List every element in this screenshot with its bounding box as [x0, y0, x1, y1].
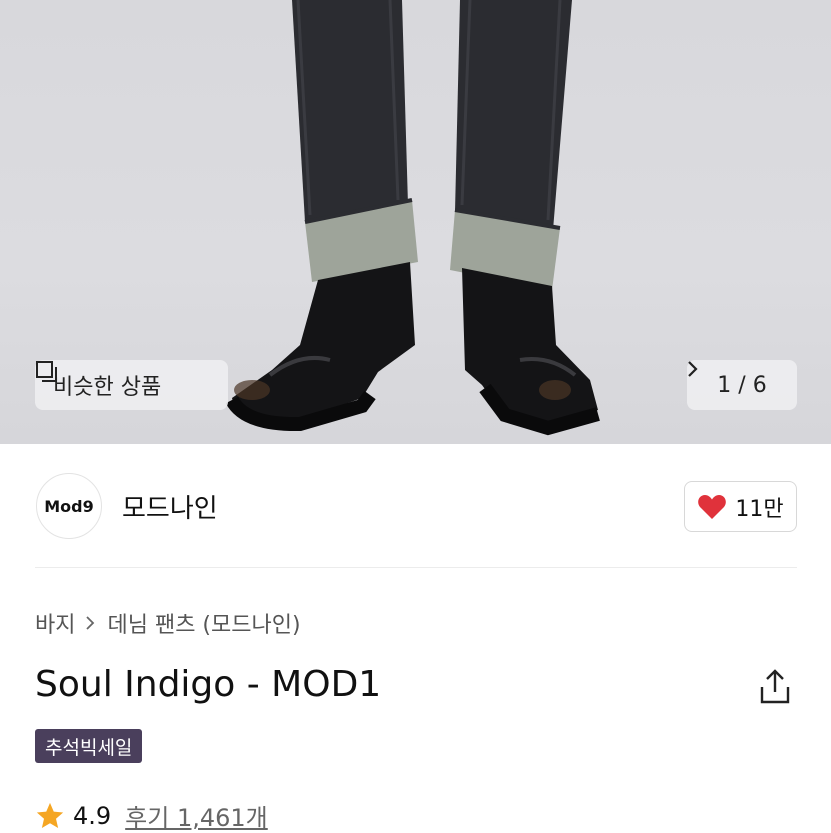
image-pager-text: 1 / 6: [717, 372, 767, 398]
breadcrumb-item-subcategory[interactable]: 데님 팬츠 (모드나인): [107, 607, 300, 639]
similar-products-button[interactable]: 비슷한 상품: [35, 360, 228, 410]
chevron-right-icon: [86, 616, 95, 630]
breadcrumb: 바지 데님 팬츠 (모드나인): [35, 607, 301, 639]
brand-logo-text: Mod9: [44, 496, 94, 516]
similar-products-label: 비슷한 상품: [53, 375, 162, 400]
product-title: Soul Indigo - MOD1: [35, 664, 382, 705]
heart-icon: [698, 494, 727, 519]
similar-icon: [36, 361, 57, 382]
sale-badge: 추석빅세일: [35, 729, 143, 763]
breadcrumb-item-category[interactable]: 바지: [35, 607, 75, 639]
star-icon: [36, 802, 64, 828]
rating-score: 4.9: [73, 801, 112, 830]
product-image[interactable]: 비슷한 상품 1 / 6: [0, 0, 831, 444]
brand-name[interactable]: 모드나인: [122, 488, 218, 525]
image-pager-button[interactable]: 1 / 6: [687, 360, 797, 410]
rating-row: 4.9 후기 1,461개: [35, 798, 268, 833]
like-button[interactable]: 11만: [684, 481, 797, 532]
like-count: 11만: [735, 496, 784, 522]
review-count-link[interactable]: 후기 1,461개: [125, 798, 268, 833]
brand-row: Mod9 모드나인 11만: [0, 444, 831, 568]
divider: [35, 567, 797, 568]
share-icon[interactable]: [757, 668, 793, 706]
brand-logo[interactable]: Mod9: [36, 473, 102, 539]
chevron-right-icon: [688, 361, 698, 377]
